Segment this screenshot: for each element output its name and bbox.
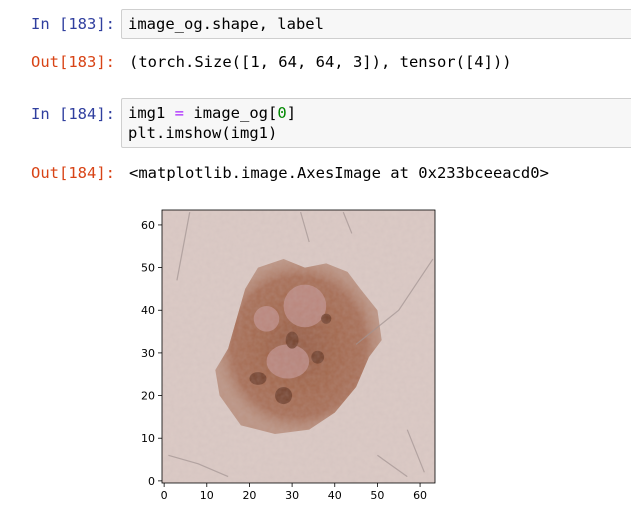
x-tick-label: 60 <box>413 489 427 502</box>
x-tick-label: 20 <box>242 489 256 502</box>
y-tick-label: 10 <box>141 432 155 445</box>
code-token-operator: = <box>174 104 185 122</box>
y-tick-label: 50 <box>141 262 155 275</box>
code-line-1: img1 = image_og[0] <box>128 103 631 123</box>
y-tick-label: 0 <box>148 475 155 488</box>
code-line-2: plt.imshow(img1) <box>128 124 278 142</box>
texture-overlay <box>162 210 435 483</box>
x-tick-label: 30 <box>285 489 299 502</box>
in-prompt-184: In [184]: <box>31 105 115 123</box>
y-tick-label: 60 <box>141 219 155 232</box>
imshow-plot: 0 10 20 30 40 50 60 0 10 20 30 40 50 60 <box>141 209 436 502</box>
x-tick-label: 0 <box>161 489 168 502</box>
x-tick-label: 50 <box>370 489 384 502</box>
code-token-var: img1 <box>128 104 166 122</box>
out-prompt-184: Out[184]: <box>31 164 115 182</box>
output-183: (torch.Size([1, 64, 64, 3]), tensor([4])… <box>129 53 512 71</box>
code-line: image_og.shape, label <box>128 15 324 33</box>
x-tick-label: 40 <box>328 489 342 502</box>
x-tick-label: 10 <box>200 489 214 502</box>
code-token-close: ] <box>286 104 297 122</box>
code-cell-184[interactable]: img1 = image_og[0] plt.imshow(img1) <box>121 98 631 148</box>
y-tick-label: 30 <box>141 347 155 360</box>
y-tick-label: 20 <box>141 390 155 403</box>
code-token-index: 0 <box>277 104 287 122</box>
in-prompt-183: In [183]: <box>31 15 115 33</box>
y-tick-label: 40 <box>141 304 155 317</box>
out-prompt-183: Out[183]: <box>31 53 115 71</box>
output-184: <matplotlib.image.AxesImage at 0x233bcee… <box>129 164 549 182</box>
image-area <box>162 210 435 483</box>
code-cell-183[interactable]: image_og.shape, label <box>121 9 631 39</box>
code-token-rhs: image_og[ <box>193 104 278 122</box>
